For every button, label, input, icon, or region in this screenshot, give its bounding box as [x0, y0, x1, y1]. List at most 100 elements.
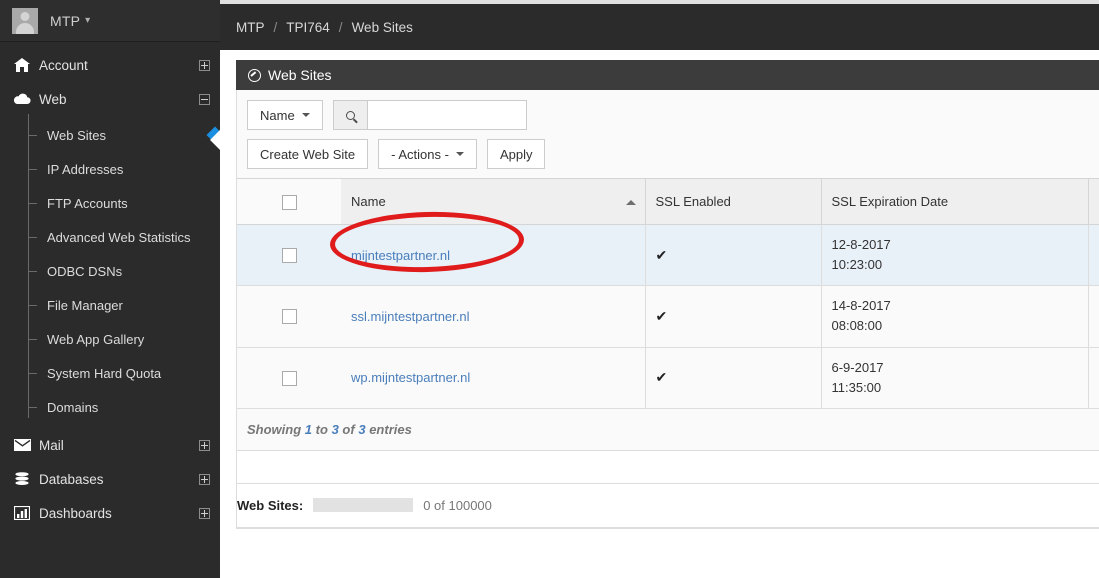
showing-suffix: entries — [369, 421, 412, 437]
expand-icon-mail[interactable] — [199, 439, 210, 451]
filter-field-dropdown[interactable]: Name — [247, 100, 323, 130]
app-root: MTP ▾ Account Web Web Sites IP Addresses… — [0, 0, 1099, 578]
page-title: Web Sites — [268, 67, 332, 83]
cell-name: ssl.mijntestpartner.nl — [341, 285, 646, 348]
cell-name: wp.mijntestpartner.nl — [341, 347, 646, 409]
sidebar-item-web[interactable]: Web — [0, 82, 220, 116]
sidebar-item-label: System Hard Quota — [47, 365, 162, 381]
web-site-link[interactable]: mijntestpartner.nl — [351, 248, 450, 263]
expand-icon-dashboards[interactable] — [199, 507, 210, 519]
search-group — [332, 100, 527, 130]
row-checkbox[interactable] — [281, 309, 297, 325]
row-checkbox[interactable] — [281, 370, 297, 386]
column-header-name[interactable]: Name — [341, 178, 646, 225]
search-icon — [345, 110, 355, 120]
breadcrumb-separator: / — [338, 19, 343, 35]
showing-prefix: Showing — [247, 421, 302, 437]
sidebar-item-mail[interactable]: Mail — [0, 428, 220, 462]
row-checkbox[interactable] — [281, 248, 297, 264]
sidebar-item-odbc-dsns[interactable]: ODBC DSNs — [0, 254, 220, 288]
database-icon — [12, 472, 32, 486]
table-body: mijntestpartner.nl ✔ 12-8-2017 10:23:00 — [237, 224, 1099, 409]
expiration-time: 11:35:00 — [831, 379, 882, 395]
check-icon: ✔ — [655, 369, 668, 386]
sidebar-item-label: Advanced Web Statistics — [47, 229, 191, 245]
breadcrumb-item-tpi764[interactable]: TPI764 — [286, 20, 330, 35]
table-header-row: Name SSL Enabled SSL Expiration Date — [237, 178, 1099, 225]
column-header-ssl-expiration-date[interactable]: SSL Expiration Date — [821, 178, 1089, 225]
sidebar-item-ftp-accounts[interactable]: FTP Accounts — [0, 186, 220, 220]
sidebar-item-databases[interactable]: Databases — [0, 462, 220, 496]
column-header-overflow — [1088, 178, 1099, 225]
panel-spacer — [237, 450, 1099, 484]
sidebar-item-label: Web Sites — [47, 127, 107, 143]
sidebar-item-label: Mail — [39, 437, 64, 453]
showing-entries-status: Showing 1 to 3 of 3 entries — [237, 408, 1099, 451]
cell-ssl-enabled: ✔ — [645, 347, 822, 409]
expand-icon-databases[interactable] — [199, 473, 210, 485]
column-header-ssl-enabled[interactable]: SSL Enabled — [645, 178, 822, 225]
home-icon — [12, 58, 32, 72]
breadcrumb-item-mtp[interactable]: MTP — [236, 20, 265, 35]
actions-dropdown[interactable]: - Actions - — [378, 139, 477, 169]
web-site-link[interactable]: ssl.mijntestpartner.nl — [351, 309, 470, 324]
check-icon: ✔ — [655, 307, 668, 324]
search-input[interactable] — [366, 100, 527, 130]
apply-button[interactable]: Apply — [486, 139, 546, 169]
showing-from: 1 — [304, 421, 313, 437]
search-button[interactable] — [332, 100, 367, 130]
showing-total: 3 — [358, 421, 366, 437]
expiration-date: 6-9-2017 — [831, 359, 884, 375]
column-header-label: Name — [351, 194, 386, 209]
expiration-date: 12-8-2017 — [831, 237, 891, 252]
cloud-icon — [12, 93, 32, 105]
row-select-cell — [237, 224, 341, 287]
sidebar-item-system-hard-quota[interactable]: System Hard Quota — [0, 356, 220, 390]
expand-icon-account[interactable] — [199, 59, 210, 71]
web-site-link[interactable]: wp.mijntestpartner.nl — [351, 370, 470, 385]
chevron-down-icon[interactable]: ▾ — [85, 15, 90, 26]
select-all-checkbox[interactable] — [281, 194, 297, 210]
brand-name: MTP — [50, 12, 81, 29]
sidebar-item-account[interactable]: Account — [0, 48, 220, 82]
sidebar-item-file-manager[interactable]: File Manager — [0, 288, 220, 322]
cell-overflow — [1088, 347, 1099, 409]
filter-toolbar: Name — [237, 100, 1099, 130]
sidebar-item-domains[interactable]: Domains — [0, 390, 220, 424]
sidebar-item-dashboards[interactable]: Dashboards — [0, 496, 220, 530]
avatar — [12, 7, 38, 34]
sidebar-item-label: Web App Gallery — [47, 331, 145, 347]
table-row[interactable]: mijntestpartner.nl ✔ 12-8-2017 10:23:00 — [237, 224, 1099, 287]
sidebar-item-label: Domains — [47, 399, 99, 415]
sort-ascending-icon — [625, 199, 636, 205]
sidebar-nav: Account Web Web Sites IP Addresses FTP A… — [0, 42, 224, 530]
envelope-icon — [12, 439, 32, 451]
row-select-cell — [237, 285, 341, 348]
action-toolbar: Create Web Site - Actions - Apply — [237, 139, 1099, 169]
panel-header: Web Sites — [236, 60, 1099, 90]
sidebar-item-label: FTP Accounts — [47, 195, 128, 211]
web-sites-panel: Web Sites Name Create Web Site - Actions… — [236, 60, 1099, 529]
table-header: Name SSL Enabled SSL Expiration Date — [237, 178, 1099, 225]
bar-chart-icon — [12, 506, 32, 520]
sidebar-item-ip-addresses[interactable]: IP Addresses — [0, 152, 220, 186]
cell-ssl-expiration-date: 12-8-2017 10:23:00 — [821, 224, 1089, 287]
sidebar-item-label: File Manager — [47, 297, 123, 313]
sidebar-item-advanced-web-statistics[interactable]: Advanced Web Statistics — [0, 220, 220, 254]
sidebar-item-web-app-gallery[interactable]: Web App Gallery — [0, 322, 220, 356]
cell-ssl-enabled: ✔ — [645, 224, 822, 287]
quota-row: Web Sites: 0 of 100000 — [237, 483, 1099, 528]
table-row[interactable]: wp.mijntestpartner.nl ✔ 6-9-2017 11:35:0… — [237, 347, 1099, 409]
quota-text: 0 of 100000 — [423, 497, 492, 513]
cell-overflow — [1088, 285, 1099, 348]
showing-to-word: to — [315, 421, 328, 437]
filter-field-label: Name — [260, 107, 295, 123]
collapse-icon-web[interactable] — [199, 93, 210, 105]
row-select-cell — [237, 347, 341, 409]
sidebar-item-web-sites[interactable]: Web Sites — [0, 118, 224, 152]
create-web-site-button[interactable]: Create Web Site — [247, 139, 369, 169]
brand-header[interactable]: MTP ▾ — [0, 0, 220, 42]
quota-progress-bar — [313, 498, 414, 513]
table-row[interactable]: ssl.mijntestpartner.nl ✔ 14-8-2017 08:08… — [237, 285, 1099, 348]
compass-icon — [248, 68, 261, 82]
